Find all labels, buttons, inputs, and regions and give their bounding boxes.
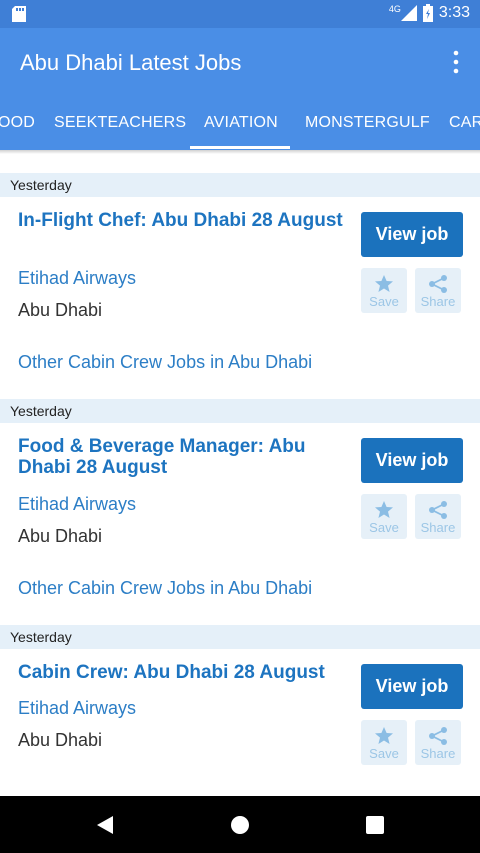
share-label: Share bbox=[420, 294, 456, 309]
tab-aviation[interactable]: AVIATION bbox=[204, 114, 278, 132]
view-job-button[interactable]: View job bbox=[361, 212, 463, 257]
network-type: 4G bbox=[388, 4, 401, 14]
star-icon bbox=[375, 727, 393, 744]
share-icon bbox=[429, 501, 447, 519]
job-title[interactable]: In-Flight Chef: Abu Dhabi 28 August bbox=[18, 210, 348, 231]
app-bar: Abu Dhabi Latest Jobs bbox=[0, 28, 480, 96]
job-title[interactable]: Cabin Crew: Abu Dhabi 28 August bbox=[18, 662, 348, 683]
tab-car[interactable]: CAR bbox=[449, 114, 480, 132]
save-button[interactable]: Save bbox=[361, 494, 407, 539]
battery-icon bbox=[422, 4, 433, 22]
share-label: Share bbox=[420, 746, 456, 761]
other-jobs-link[interactable]: Other Cabin Crew Jobs in Abu Dhabi bbox=[18, 578, 312, 599]
share-icon bbox=[429, 275, 447, 293]
company-name[interactable]: Etihad Airways bbox=[18, 698, 136, 719]
date-header: Yesterday bbox=[0, 625, 480, 649]
tab-monstergulf[interactable]: MONSTERGULF bbox=[305, 114, 430, 132]
back-icon[interactable] bbox=[96, 815, 114, 835]
share-button[interactable]: Share bbox=[415, 720, 461, 765]
job-title[interactable]: Food & Beverage Manager: Abu Dhabi 28 Au… bbox=[18, 436, 348, 478]
share-button[interactable]: Share bbox=[415, 268, 461, 313]
view-job-button[interactable]: View job bbox=[361, 438, 463, 483]
company-name[interactable]: Etihad Airways bbox=[18, 268, 136, 289]
tab-seekteachers[interactable]: SEEKTEACHERS bbox=[54, 114, 186, 132]
save-label: Save bbox=[369, 520, 399, 535]
navigation-bar bbox=[0, 796, 480, 853]
clock: 3:33 bbox=[438, 4, 470, 21]
date-header: Yesterday bbox=[0, 173, 480, 197]
star-icon bbox=[375, 501, 393, 518]
view-job-button[interactable]: View job bbox=[361, 664, 463, 709]
shadow bbox=[0, 150, 480, 154]
star-icon bbox=[375, 275, 393, 292]
home-icon[interactable] bbox=[230, 815, 250, 835]
app-title: Abu Dhabi Latest Jobs bbox=[20, 50, 242, 75]
status-bar: 4G 3:33 bbox=[0, 0, 480, 28]
tab-ood[interactable]: OOD bbox=[0, 114, 35, 132]
share-button[interactable]: Share bbox=[415, 494, 461, 539]
signal-icon bbox=[400, 5, 417, 21]
recents-icon[interactable] bbox=[366, 816, 384, 834]
other-jobs-link[interactable]: Other Cabin Crew Jobs in Abu Dhabi bbox=[18, 352, 312, 373]
save-button[interactable]: Save bbox=[361, 720, 407, 765]
job-list[interactable]: Yesterday In-Flight Chef: Abu Dhabi 28 A… bbox=[0, 150, 480, 796]
job-location: Abu Dhabi bbox=[18, 300, 103, 320]
job-location: Abu Dhabi bbox=[18, 526, 103, 546]
save-label: Save bbox=[369, 746, 399, 761]
sd-card-icon bbox=[12, 6, 26, 22]
share-icon bbox=[429, 727, 447, 745]
share-label: Share bbox=[420, 520, 456, 535]
save-button[interactable]: Save bbox=[361, 268, 407, 313]
active-tab-indicator bbox=[190, 146, 290, 149]
company-name[interactable]: Etihad Airways bbox=[18, 494, 136, 515]
tab-bar: OOD SEEKTEACHERS AVIATION MONSTERGULF CA… bbox=[0, 96, 480, 150]
date-header: Yesterday bbox=[0, 399, 480, 423]
more-vert-icon[interactable] bbox=[452, 50, 460, 74]
save-label: Save bbox=[369, 294, 399, 309]
job-location: Abu Dhabi bbox=[18, 730, 103, 750]
